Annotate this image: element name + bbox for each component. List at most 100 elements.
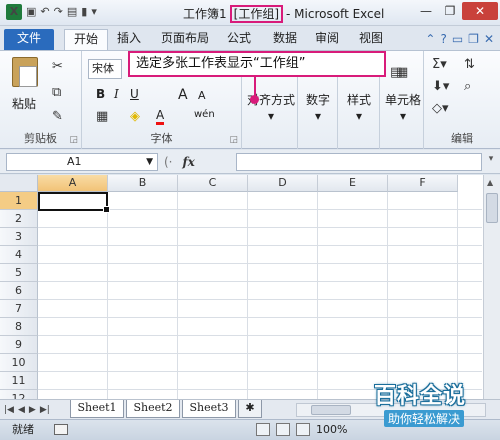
insert-function-button[interactable]: fx xyxy=(183,153,195,171)
cut-icon[interactable]: ✂ xyxy=(52,59,63,75)
next-sheet-icon[interactable]: ▶ xyxy=(29,403,36,417)
column-header-a[interactable]: A xyxy=(38,175,108,192)
column-header-f[interactable]: F xyxy=(388,175,458,192)
tab-home[interactable]: 开始 xyxy=(64,29,108,50)
font-launcher-icon[interactable]: ◲ xyxy=(229,135,238,145)
zoom-level[interactable]: 100% xyxy=(316,420,347,439)
tab-file[interactable]: 文件 xyxy=(4,29,54,50)
format-painter-icon[interactable]: ▮ xyxy=(81,4,87,20)
gridline-vertical xyxy=(247,192,248,399)
paste-label[interactable]: 粘贴 xyxy=(12,95,36,112)
minimize-ribbon-icon[interactable]: ⌃ xyxy=(425,32,435,46)
fill-color-icon[interactable]: ◈ xyxy=(130,109,140,125)
column-header-b[interactable]: B xyxy=(108,175,178,192)
page-break-view-icon[interactable] xyxy=(296,423,310,436)
row-header-8[interactable]: 8 xyxy=(0,318,38,336)
scroll-up-icon[interactable]: ▲ xyxy=(487,178,493,187)
gridline-horizontal xyxy=(38,317,482,318)
horizontal-scroll-thumb[interactable] xyxy=(311,405,351,415)
column-header-e[interactable]: E xyxy=(318,175,388,192)
find-select-icon[interactable]: ⌕ xyxy=(464,79,471,95)
active-cell-a1[interactable] xyxy=(38,192,110,213)
row-header-11[interactable]: 11 xyxy=(0,372,38,390)
row-header-10[interactable]: 10 xyxy=(0,354,38,372)
font-color-button[interactable]: A xyxy=(156,109,165,125)
clear-icon[interactable]: ◇▾ xyxy=(432,101,449,117)
tab-insert[interactable]: 插入 xyxy=(112,29,146,50)
tab-formulas[interactable]: 公式 xyxy=(222,29,256,50)
excel-app-icon[interactable]: X xyxy=(6,4,22,20)
number-button[interactable]: 数字 xyxy=(300,91,336,108)
column-header-c[interactable]: C xyxy=(178,175,248,192)
bold-button[interactable]: B xyxy=(96,87,105,101)
sort-filter-icon[interactable]: ⇅ xyxy=(464,57,475,73)
window-restore-icon[interactable]: ❐ xyxy=(468,32,479,46)
undo-icon[interactable]: ↶ xyxy=(40,4,49,20)
last-sheet-icon[interactable]: ▶| xyxy=(40,403,50,417)
save-icon[interactable]: ▣ xyxy=(26,4,36,20)
row-header-4[interactable]: 4 xyxy=(0,246,38,264)
print-preview-icon[interactable]: ▤ xyxy=(67,4,77,20)
font-name-box[interactable]: 宋体 xyxy=(88,59,122,79)
tab-page-layout[interactable]: 页面布局 xyxy=(156,29,214,50)
page-layout-view-icon[interactable] xyxy=(276,423,290,436)
restore-button[interactable]: ❐ xyxy=(438,2,462,20)
formula-input[interactable] xyxy=(236,153,482,171)
fill-icon[interactable]: ⬇▾ xyxy=(432,79,449,95)
row-header-1[interactable]: 1 xyxy=(0,192,38,210)
window-min-icon[interactable]: ▭ xyxy=(452,32,463,46)
name-box-dropdown-icon[interactable]: ▼ xyxy=(146,154,153,170)
underline-button[interactable]: U xyxy=(130,87,139,101)
vertical-scroll-thumb[interactable] xyxy=(486,193,498,223)
first-sheet-icon[interactable]: |◀ xyxy=(4,403,14,417)
redo-icon[interactable]: ↷ xyxy=(54,4,63,20)
normal-view-icon[interactable] xyxy=(256,423,270,436)
workbook-name: 工作簿1 xyxy=(183,7,227,21)
cells-icon[interactable]: ▦ xyxy=(396,65,408,81)
border-icon[interactable]: ▦ xyxy=(96,109,108,125)
window-close-icon[interactable]: ✕ xyxy=(484,32,494,46)
minimize-button[interactable]: — xyxy=(414,2,438,20)
help-icon[interactable]: ? xyxy=(440,32,446,46)
formula-drag-handle-icon[interactable]: (· xyxy=(164,153,173,171)
prev-sheet-icon[interactable]: ◀ xyxy=(18,403,25,417)
styles-button[interactable]: 样式 xyxy=(340,91,378,108)
vertical-scrollbar[interactable]: ▲ xyxy=(483,175,500,399)
tab-view[interactable]: 视图 xyxy=(354,29,388,50)
column-header-d[interactable]: D xyxy=(248,175,318,192)
sheet-tab-sheet3[interactable]: Sheet3 xyxy=(182,400,236,418)
phonetic-button[interactable]: wén xyxy=(194,109,215,120)
expand-formula-bar-icon[interactable]: ▾ xyxy=(485,154,497,170)
macro-record-icon[interactable] xyxy=(54,424,68,435)
format-painter-brush-icon[interactable]: ✎ xyxy=(52,109,63,125)
gridline-horizontal xyxy=(38,281,482,282)
insert-sheet-icon[interactable]: ✱ xyxy=(238,400,262,418)
copy-icon[interactable]: ⧉ xyxy=(52,85,61,101)
cells-button[interactable]: 单元格 xyxy=(382,91,424,108)
row-header-6[interactable]: 6 xyxy=(0,282,38,300)
row-header-5[interactable]: 5 xyxy=(0,264,38,282)
row-header-7[interactable]: 7 xyxy=(0,300,38,318)
italic-button[interactable]: I xyxy=(114,87,119,101)
paste-icon[interactable] xyxy=(12,57,38,87)
alignment-dropdown-icon[interactable]: ▾ xyxy=(244,109,298,123)
sheet-tab-sheet2[interactable]: Sheet2 xyxy=(126,400,180,418)
clipboard-launcher-icon[interactable]: ◲ xyxy=(69,135,78,145)
customize-qat-icon[interactable]: ▾ xyxy=(91,4,97,20)
select-all-button[interactable] xyxy=(0,175,38,192)
cells-dropdown-icon[interactable]: ▾ xyxy=(382,109,424,123)
row-header-9[interactable]: 9 xyxy=(0,336,38,354)
grow-font-button[interactable]: A xyxy=(178,87,188,103)
gridline-vertical xyxy=(107,192,108,399)
sheet-tab-sheet1[interactable]: Sheet1 xyxy=(70,400,124,418)
tab-data[interactable]: 数据 xyxy=(268,29,302,50)
shrink-font-button[interactable]: A xyxy=(198,89,206,102)
close-button[interactable]: ✕ xyxy=(462,2,498,20)
name-box[interactable]: A1 ▼ xyxy=(6,153,158,171)
number-dropdown-icon[interactable]: ▾ xyxy=(300,109,336,123)
styles-dropdown-icon[interactable]: ▾ xyxy=(340,109,378,123)
tab-review[interactable]: 审阅 xyxy=(310,29,344,50)
autosum-icon[interactable]: Σ▾ xyxy=(432,57,447,73)
row-header-3[interactable]: 3 xyxy=(0,228,38,246)
row-header-2[interactable]: 2 xyxy=(0,210,38,228)
